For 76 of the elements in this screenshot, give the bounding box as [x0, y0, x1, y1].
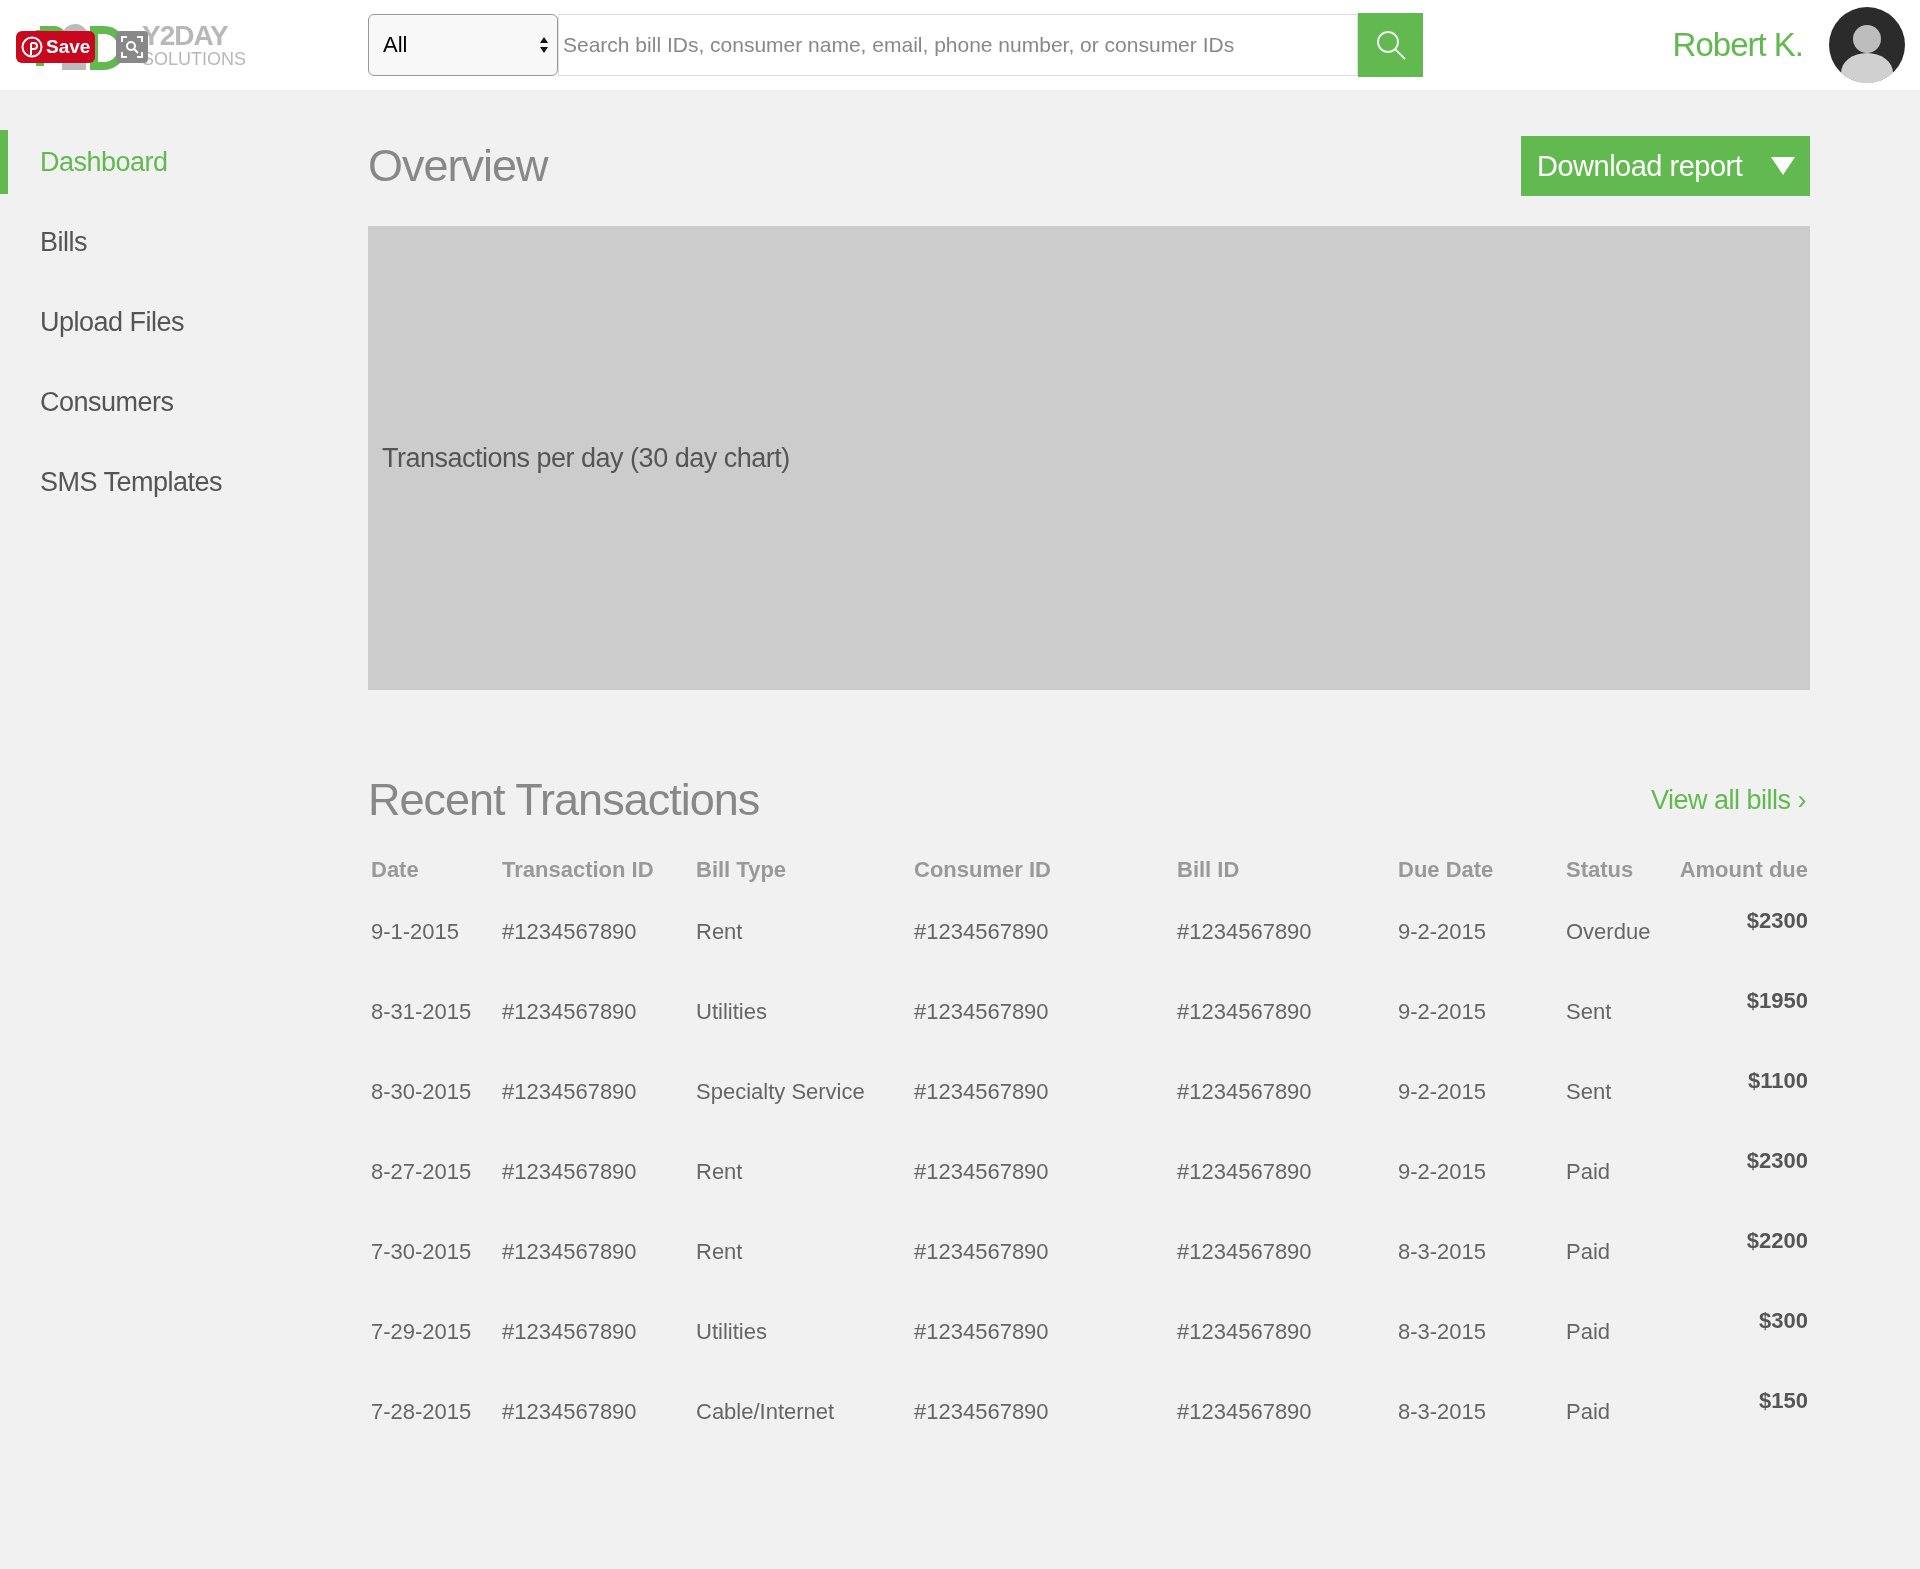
table-cell-text: 9-2-2015: [1397, 1078, 1488, 1106]
table-cell-text: Specialty Service: [695, 1078, 866, 1106]
table-cell-text: #1234567890: [501, 1078, 638, 1106]
table-cell-text: #1234567890: [913, 1398, 1050, 1426]
chart-caption: Transactions per day (30 day chart): [382, 442, 790, 474]
table-cell-text: 8-31-2015: [370, 998, 473, 1026]
table-cell-text: 9-2-2015: [1397, 998, 1488, 1026]
column-header: Bill ID: [1176, 856, 1241, 884]
section-title: Overview: [368, 140, 548, 192]
scope-select[interactable]: All: [368, 14, 558, 76]
table-cell-text: #1234567890: [501, 1238, 638, 1266]
table-cell-text: Paid: [1565, 1238, 1612, 1266]
table-cell-text: #1234567890: [1176, 1318, 1313, 1346]
column-header: Transaction ID: [501, 856, 655, 884]
table-cell-text: 9-1-2015: [370, 918, 461, 946]
table-cell-text: Sent: [1565, 1078, 1613, 1106]
table-cell-text: 8-3-2015: [1397, 1398, 1488, 1426]
table-cell-text: #1234567890: [501, 1158, 638, 1186]
column-header: Status: [1565, 856, 1635, 884]
table-cell-text: #1234567890: [913, 1318, 1050, 1346]
table-cell-text: Overdue: [1565, 918, 1652, 946]
table-cell-text: $1950: [1745, 987, 1809, 1015]
table-cell-text: Paid: [1565, 1318, 1612, 1346]
save-button[interactable]: Save: [16, 31, 96, 63]
table-cell-text: #1234567890: [913, 1158, 1050, 1186]
table-cell-text: Cable/Internet: [695, 1398, 836, 1426]
column-header: Bill Type: [695, 856, 788, 884]
table-cell-text: #1234567890: [1176, 1078, 1313, 1106]
table-cell-text: #1234567890: [1176, 1238, 1313, 1266]
table-cell-text: #1234567890: [501, 998, 638, 1026]
column-header: Amount due: [1678, 856, 1809, 884]
column-header: Consumer ID: [913, 856, 1052, 884]
table-cell-text: 9-2-2015: [1397, 918, 1488, 946]
table-cell-text: $300: [1758, 1307, 1809, 1335]
table-cell-text: Paid: [1565, 1398, 1612, 1426]
table-cell-text: $2300: [1745, 1147, 1809, 1175]
sidebar-item[interactable]: Upload Files: [0, 290, 195, 354]
table-cell-text: #1234567890: [1176, 918, 1313, 946]
table-cell-text: 8-30-2015: [370, 1078, 473, 1106]
sidebar-item[interactable]: SMS Templates: [0, 450, 233, 514]
table-cell-text: #1234567890: [501, 918, 638, 946]
table-cell-text: #1234567890: [913, 918, 1050, 946]
column-header: Due Date: [1397, 856, 1495, 884]
table-cell-text: 7-28-2015: [370, 1398, 473, 1426]
table-cell-text: #1234567890: [913, 1238, 1050, 1266]
table-cell-text: Utilities: [695, 1318, 768, 1346]
table-cell-text: $2200: [1745, 1227, 1809, 1255]
table-cell-text: 8-3-2015: [1397, 1318, 1488, 1346]
logo-subtitle: SOLUTIONS: [142, 50, 247, 68]
table-cell-text: 8-3-2015: [1397, 1238, 1488, 1266]
table-cell-text: #1234567890: [913, 1078, 1050, 1106]
table-cell-text: 7-29-2015: [370, 1318, 473, 1346]
search-field[interactable]: Search bill IDs, consumer name, email, phone number, or consumer IDs: [558, 14, 1358, 76]
table-cell-text: #1234567890: [913, 998, 1050, 1026]
table-cell-text: Rent: [695, 918, 744, 946]
table-cell-text: Rent: [695, 1158, 744, 1186]
table-cell-text: $150: [1758, 1387, 1809, 1415]
table-cell-text: Rent: [695, 1238, 744, 1266]
table-cell-text: $1100: [1747, 1067, 1809, 1095]
section-title: Recent Transactions: [368, 774, 760, 826]
table-cell-text: #1234567890: [1176, 1398, 1313, 1426]
table-cell-text: #1234567890: [1176, 998, 1313, 1026]
table-cell-text: #1234567890: [501, 1398, 638, 1426]
table-cell-text: #1234567890: [501, 1318, 638, 1346]
column-header: Date: [370, 856, 420, 884]
sidebar-item[interactable]: Consumers: [0, 370, 184, 434]
table-cell-text: #1234567890: [1176, 1158, 1313, 1186]
table-cell-text: 8-27-2015: [370, 1158, 473, 1186]
table-cell-text: Utilities: [695, 998, 768, 1026]
table-cell-text: Sent: [1565, 998, 1613, 1026]
table-cell-text: 7-30-2015: [370, 1238, 473, 1266]
sidebar-item[interactable]: Bills: [0, 210, 97, 274]
logo-text: Y2DAY: [142, 22, 229, 50]
table-cell-text: Paid: [1565, 1158, 1612, 1186]
table-cell-text: 9-2-2015: [1397, 1158, 1488, 1186]
table-cell-text: $2300: [1745, 907, 1809, 935]
